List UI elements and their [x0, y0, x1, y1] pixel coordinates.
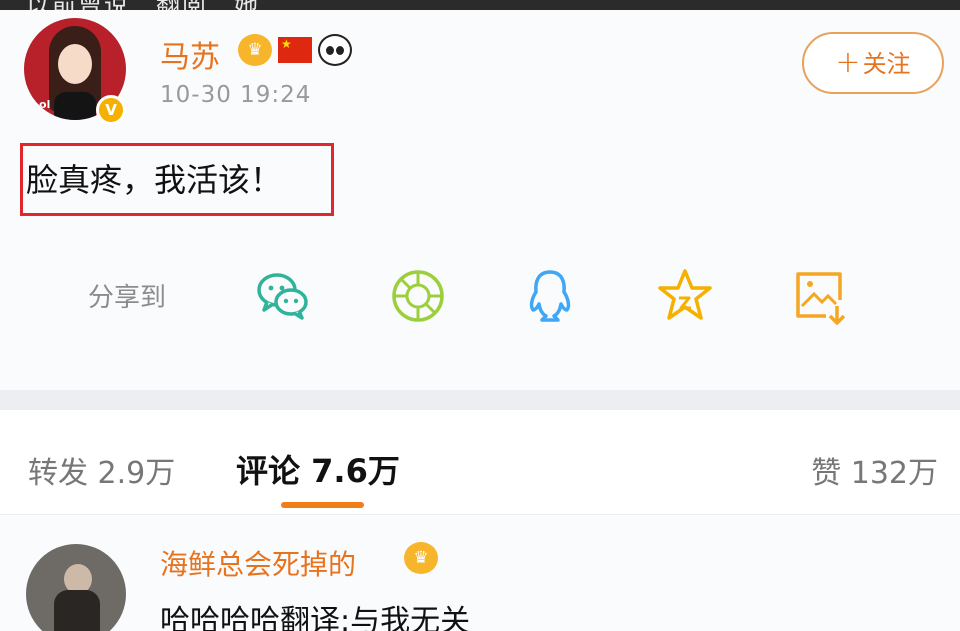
- tab-repost[interactable]: 转发 2.9万: [28, 448, 175, 492]
- follow-button[interactable]: +关注: [802, 32, 944, 94]
- crown-badge-icon[interactable]: ♛: [238, 34, 272, 66]
- cropped-headline-text: …以前曾说…翻阅…她: [0, 0, 260, 10]
- weibo-post: Lol V 马苏 ♛ ★ 10-30 19:24 +关注 脸真疼，我活该！ 分享…: [0, 10, 960, 390]
- post-content: 脸真疼，我活该！: [26, 161, 283, 199]
- wechat-icon[interactable]: [253, 266, 313, 326]
- commenter-name[interactable]: 海鲜总会死掉的: [160, 543, 356, 583]
- commenter-avatar[interactable]: [26, 544, 126, 631]
- tab-likes[interactable]: 赞 132万: [811, 448, 938, 492]
- author-name[interactable]: 马苏: [160, 32, 220, 76]
- active-tab-indicator: [281, 502, 364, 508]
- top-cropped-text-strip: …以前曾说…翻阅…她: [0, 0, 960, 10]
- tab-comments[interactable]: 评论 7.6万: [236, 446, 400, 492]
- plus-icon: +: [835, 45, 861, 80]
- verified-badge-icon: V: [96, 95, 126, 125]
- crown-badge-icon[interactable]: ♛: [404, 542, 438, 574]
- comment-text: 哈哈哈哈翻译:与我无关: [160, 604, 471, 631]
- author-badges: ♛ ★: [238, 34, 352, 66]
- follow-button-label: 关注: [862, 50, 911, 78]
- panda-icon: [318, 34, 352, 66]
- share-label: 分享到: [88, 283, 167, 313]
- china-flag-icon: ★: [278, 37, 312, 63]
- qq-icon[interactable]: [520, 266, 580, 326]
- comment-item: 海鲜总会死掉的 ♛ 哈哈哈哈翻译:与我无关: [0, 516, 960, 631]
- favorite-icon[interactable]: [655, 266, 715, 326]
- post-timestamp: 10-30 19:24: [160, 82, 312, 108]
- moments-icon[interactable]: [388, 266, 448, 326]
- save-image-icon[interactable]: [790, 266, 850, 326]
- section-divider: [0, 390, 960, 410]
- interaction-tabs: 转发 2.9万 评论 7.6万 赞 132万: [0, 410, 960, 515]
